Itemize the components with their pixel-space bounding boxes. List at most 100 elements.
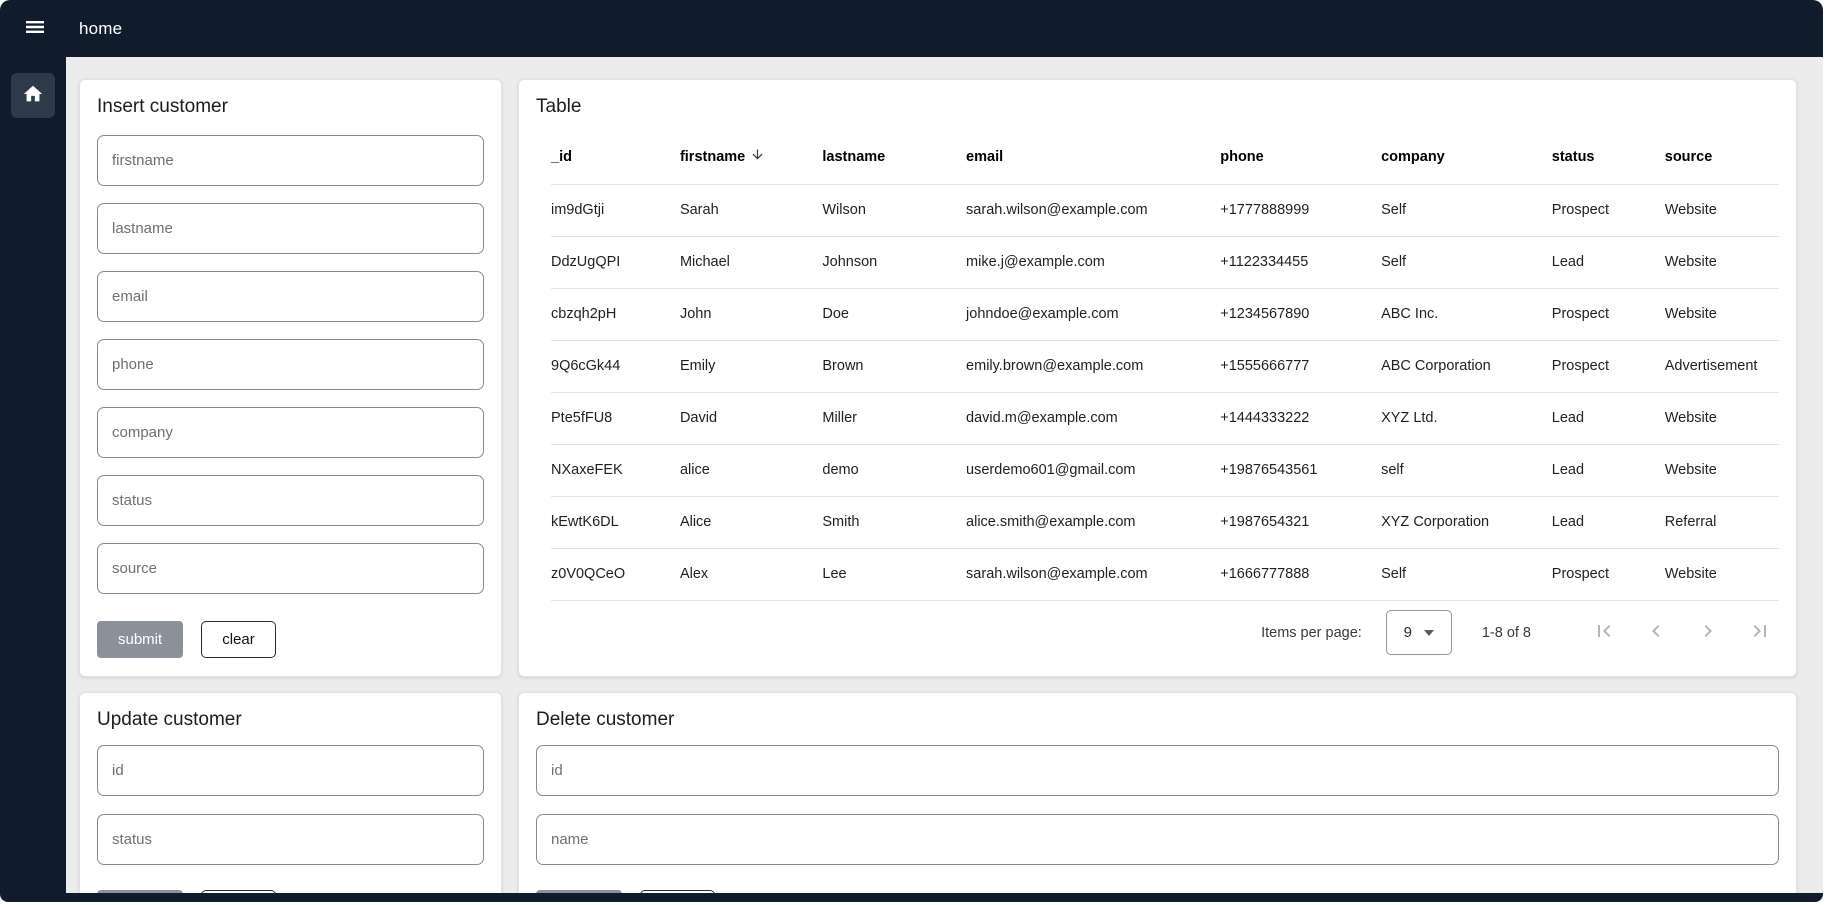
table-cell: XYZ Ltd. xyxy=(1381,392,1552,444)
delete-card-title: Delete customer xyxy=(536,709,1779,731)
table-cell: Website xyxy=(1665,548,1779,600)
column-header-lastname[interactable]: lastname xyxy=(822,130,966,184)
column-header-id[interactable]: _id xyxy=(551,130,680,184)
update-customer-card: Update customer submit clear xyxy=(79,692,502,893)
update-id-input[interactable] xyxy=(97,745,484,796)
delete-submit-button[interactable]: submit xyxy=(536,890,622,893)
table-cell: sarah.wilson@example.com xyxy=(966,184,1220,236)
column-header-label: phone xyxy=(1220,149,1264,165)
table-cell: userdemo601@gmail.com xyxy=(966,444,1220,496)
column-header-status[interactable]: status xyxy=(1552,130,1665,184)
table-cell: ABC Corporation xyxy=(1381,340,1552,392)
page-size-select[interactable]: 9 xyxy=(1386,610,1452,655)
table-row: 9Q6cGk44EmilyBrownemily.brown@example.co… xyxy=(551,340,1779,392)
table-cell: DdzUgQPI xyxy=(551,236,680,288)
table-cell: Pte5fFU8 xyxy=(551,392,680,444)
table-cell: kEwtK6DL xyxy=(551,496,680,548)
table-cell: Lead xyxy=(1552,496,1665,548)
table-cell: Smith xyxy=(822,496,966,548)
sidebar xyxy=(0,57,66,893)
previous-page-icon xyxy=(1644,619,1668,646)
table-cell: +19876543561 xyxy=(1220,444,1381,496)
table-cell: Prospect xyxy=(1552,548,1665,600)
email-input[interactable] xyxy=(97,271,484,322)
sidebar-item-home[interactable] xyxy=(11,73,55,118)
table-cell: +1777888999 xyxy=(1220,184,1381,236)
table-cell: Lead xyxy=(1552,392,1665,444)
table-cell: Johnson xyxy=(822,236,966,288)
column-header-source[interactable]: source xyxy=(1665,130,1779,184)
paginator: Items per page: 9 1-8 of 8 xyxy=(536,605,1779,661)
source-input[interactable] xyxy=(97,543,484,594)
table-row: z0V0QCeOAlexLeesarah.wilson@example.com+… xyxy=(551,548,1779,600)
table-row: NXaxeFEKalicedemouserdemo601@gmail.com+1… xyxy=(551,444,1779,496)
update-button-row: submit clear xyxy=(97,890,484,893)
table-cell: Website xyxy=(1665,444,1779,496)
table-cell: Miller xyxy=(822,392,966,444)
table-cell: Self xyxy=(1381,236,1552,288)
menu-button[interactable] xyxy=(21,15,49,43)
lastname-input[interactable] xyxy=(97,203,484,254)
delete-name-input[interactable] xyxy=(536,814,1779,865)
column-header-phone[interactable]: phone xyxy=(1220,130,1381,184)
column-header-label: company xyxy=(1381,149,1445,165)
page-range-label: 1-8 of 8 xyxy=(1482,625,1531,641)
table-cell: alice.smith@example.com xyxy=(966,496,1220,548)
column-header-email[interactable]: email xyxy=(966,130,1220,184)
table-cell: Emily xyxy=(680,340,822,392)
table-cell: Website xyxy=(1665,184,1779,236)
table-cell: Prospect xyxy=(1552,340,1665,392)
table-cell: ABC Inc. xyxy=(1381,288,1552,340)
table-cell: demo xyxy=(822,444,966,496)
table-cell: cbzqh2pH xyxy=(551,288,680,340)
previous-page-button[interactable] xyxy=(1643,620,1669,646)
insert-submit-button[interactable]: submit xyxy=(97,621,183,658)
table-cell: Advertisement xyxy=(1665,340,1779,392)
table-cell: Doe xyxy=(822,288,966,340)
insert-clear-button[interactable]: clear xyxy=(201,621,276,658)
table-cell: Lee xyxy=(822,548,966,600)
column-header-label: source xyxy=(1665,149,1713,165)
table-cell: david.m@example.com xyxy=(966,392,1220,444)
table-cell: im9dGtji xyxy=(551,184,680,236)
table-cell: Self xyxy=(1381,548,1552,600)
update-clear-button[interactable]: clear xyxy=(201,890,276,893)
table-cell: alice xyxy=(680,444,822,496)
last-page-button[interactable] xyxy=(1747,620,1773,646)
page-title: home xyxy=(79,19,122,39)
phone-input[interactable] xyxy=(97,339,484,390)
last-page-icon xyxy=(1748,619,1772,646)
chevron-down-icon xyxy=(1424,630,1434,636)
firstname-input[interactable] xyxy=(97,135,484,186)
table-cell: Lead xyxy=(1552,236,1665,288)
table-cell: Lead xyxy=(1552,444,1665,496)
topbar: home xyxy=(0,0,1823,57)
first-page-icon xyxy=(1592,619,1616,646)
next-page-button[interactable] xyxy=(1695,620,1721,646)
update-status-input[interactable] xyxy=(97,814,484,865)
table-cell: Michael xyxy=(680,236,822,288)
update-submit-button[interactable]: submit xyxy=(97,890,183,893)
table-row: im9dGtjiSarahWilsonsarah.wilson@example.… xyxy=(551,184,1779,236)
insert-customer-card: Insert customer submit clear xyxy=(79,79,502,677)
delete-clear-button[interactable]: clear xyxy=(640,890,715,893)
table-cell: Sarah xyxy=(680,184,822,236)
table-cell: self xyxy=(1381,444,1552,496)
table-cell: z0V0QCeO xyxy=(551,548,680,600)
next-page-icon xyxy=(1696,619,1720,646)
table-cell: emily.brown@example.com xyxy=(966,340,1220,392)
column-header-company[interactable]: company xyxy=(1381,130,1552,184)
insert-button-row: submit clear xyxy=(97,621,484,658)
table-row: Pte5fFU8DavidMillerdavid.m@example.com+1… xyxy=(551,392,1779,444)
column-header-label: _id xyxy=(551,149,572,165)
first-page-button[interactable] xyxy=(1591,620,1617,646)
app-body: Insert customer submit clear Table xyxy=(0,57,1823,893)
status-input[interactable] xyxy=(97,475,484,526)
column-header-label: email xyxy=(966,149,1003,165)
delete-id-input[interactable] xyxy=(536,745,1779,796)
company-input[interactable] xyxy=(97,407,484,458)
column-header-firstname[interactable]: firstname xyxy=(680,130,822,184)
table-cell: Referral xyxy=(1665,496,1779,548)
home-icon xyxy=(22,83,44,108)
table-cell: +1444333222 xyxy=(1220,392,1381,444)
